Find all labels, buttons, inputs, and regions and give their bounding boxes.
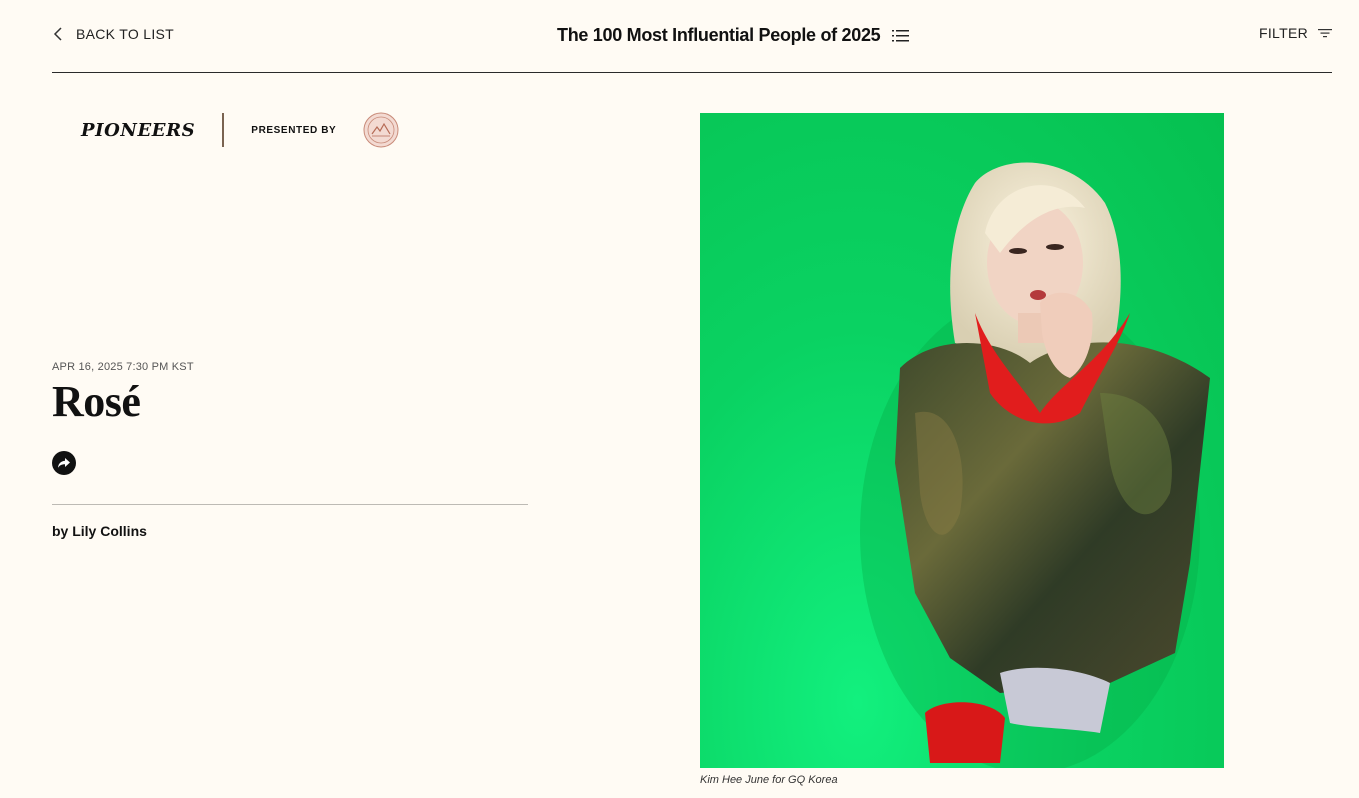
sponsor-seal-icon[interactable]: [363, 112, 399, 148]
top-header: BACK TO LIST The 100 Most Influential Pe…: [52, 0, 1332, 73]
list-title: The 100 Most Influential People of 2025: [557, 25, 881, 45]
byline-divider: [52, 504, 528, 505]
page: BACK TO LIST The 100 Most Influential Pe…: [0, 0, 1359, 798]
chevron-left-icon: [53, 27, 62, 41]
filter-icon: [1318, 29, 1332, 38]
portrait-illustration: [860, 162, 1210, 768]
sponsor-divider: [222, 113, 225, 147]
profile-photo: [700, 113, 1224, 768]
filter-label: FILTER: [1259, 25, 1308, 41]
author-byline[interactable]: by Lily Collins: [52, 523, 147, 539]
list-icon: [892, 29, 910, 41]
publish-date: APR 16, 2025 7:30 PM KST: [52, 361, 194, 373]
back-to-list-label: BACK TO LIST: [76, 26, 175, 42]
back-to-list-link[interactable]: BACK TO LIST: [52, 25, 174, 43]
photo-caption: Kim Hee June for GQ Korea: [700, 774, 838, 786]
filter-button[interactable]: FILTER: [1259, 25, 1332, 41]
category-label: PIONEERS: [81, 119, 196, 141]
presented-by-label: PRESENTED BY: [251, 124, 337, 136]
sponsor-row: PIONEERS PRESENTED BY: [81, 112, 399, 148]
share-arrow-icon: [58, 458, 70, 468]
profile-name: Rosé: [52, 377, 141, 426]
share-button[interactable]: [52, 451, 76, 475]
list-title-button[interactable]: The 100 Most Influential People of 2025: [557, 25, 910, 46]
